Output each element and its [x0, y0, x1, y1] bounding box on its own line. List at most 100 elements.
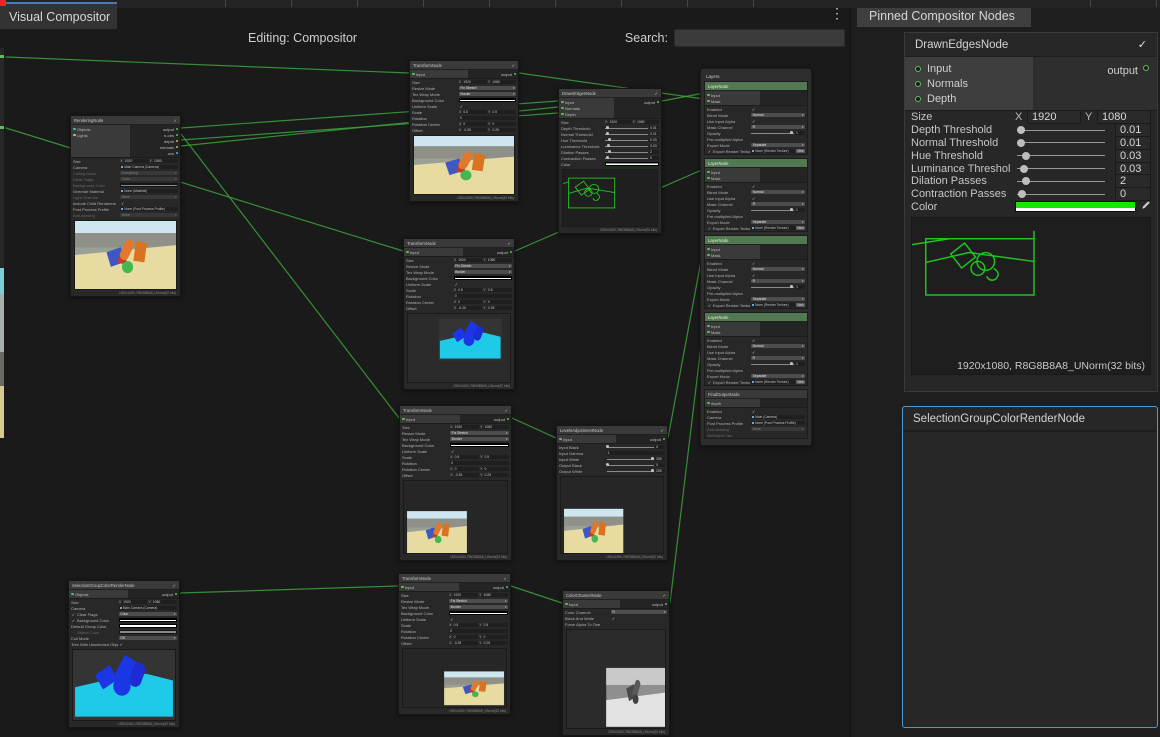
- slider-depth-threshold[interactable]: [1017, 130, 1105, 131]
- canvas-node-selection-group-checkbox-trim-with-unselected-objs[interactable]: ✓: [119, 642, 124, 647]
- canvas-node-transform-1-x-field-scale[interactable]: 0.5: [462, 110, 487, 114]
- canvas-node-layer-3-slider-handle[interactable]: [790, 285, 793, 288]
- canvas-node-levels-slider-input-black[interactable]: [607, 447, 654, 448]
- canvas-node-transform-3-x-field-size[interactable]: 1920: [454, 425, 480, 429]
- canvas-node-rendering-color-swatch-background-color[interactable]: [120, 183, 178, 187]
- canvas-node-levels-slider-handle[interactable]: [651, 457, 654, 460]
- canvas-node-transform-3-field-rotation[interactable]: 0: [450, 461, 509, 465]
- canvas-node-levels-slider-value[interactable]: 255: [655, 457, 665, 461]
- canvas-node-drawn-edges-slider-value[interactable]: 0.03: [649, 138, 659, 142]
- canvas-node-drawn-edges-color-swatch-color[interactable]: [605, 162, 659, 166]
- canvas-node-transform-1-dropdown-resize-mode[interactable]: Fix Stretch▾: [459, 86, 516, 90]
- canvas-node-rendering-output-port-uvs[interactable]: uvs: [130, 150, 180, 156]
- input-port-depth[interactable]: Depth: [905, 91, 1033, 106]
- canvas-node-layer-4-slider-value[interactable]: 1: [795, 362, 805, 366]
- canvas-node-transform-4-title-bar[interactable]: TransformNode✓: [399, 574, 510, 583]
- canvas-node-color-channel-enabled-checkbox[interactable]: ✓: [663, 593, 666, 598]
- canvas-node-color-channel-title-bar[interactable]: ColorChannelNode✓: [563, 591, 669, 600]
- canvas-node-layer-2-input-port-mask[interactable]: Mask: [705, 175, 760, 181]
- canvas-node-selection-group-x-field-size[interactable]: 1920: [122, 600, 147, 604]
- canvas-node-transform-1-y-field-size[interactable]: 1080: [491, 80, 516, 84]
- canvas-node-drawn-edges-slider-handle[interactable]: [606, 126, 609, 129]
- canvas-node-transform-4-dropdown-resize-mode[interactable]: Fix Stretch▾: [449, 599, 508, 603]
- canvas-node-drawn-edges-slider-handle[interactable]: [608, 150, 611, 153]
- canvas-node-color-channel[interactable]: ColorChannelNode✓InputoutputColor Channe…: [562, 590, 670, 736]
- canvas-node-transform-3-y-field-offset[interactable]: 0.25: [483, 473, 509, 477]
- canvas-node-transform-3-checkbox-uniform-scale[interactable]: ✓: [450, 449, 455, 454]
- canvas-node-transform-1-checkbox-uniform-scale[interactable]: ✓: [459, 104, 464, 109]
- canvas-node-transform-2-output-port-output[interactable]: output: [463, 249, 514, 255]
- pinned-card-drawn-edges-node[interactable]: DrawnEdgesNode✓InputNormalsDepthoutputSi…: [904, 32, 1158, 392]
- canvas-node-rendering-x-field-size[interactable]: 1920: [124, 159, 149, 163]
- canvas-node-layer-3-dropdown-mask-channel[interactable]: R▾: [751, 279, 805, 283]
- canvas-node-layer-1-dropdown-blend-mode[interactable]: Normal▾: [751, 113, 805, 117]
- canvas-node-transform-1-x-field-offset[interactable]: -0.25: [462, 128, 487, 132]
- canvas-node-levels-title-bar[interactable]: LevelsAdjustmentNode✓: [557, 426, 667, 435]
- canvas-node-layer-3-checkbox-use-input-alpha[interactable]: ✓: [751, 273, 756, 278]
- canvas-node-rendering-title-bar[interactable]: RenderingNode✓: [71, 116, 180, 125]
- canvas-node-rendering-dropdown-light-override[interactable]: None▾: [120, 195, 178, 199]
- canvas-node-transform-1-y-field-rotation-center[interactable]: 0: [491, 122, 516, 126]
- canvas-node-layer-4-new-button[interactable]: New: [796, 380, 805, 384]
- canvas-node-drawn-edges-slider-depth-threshold[interactable]: [605, 128, 648, 129]
- canvas-node-transform-1-enabled-checkbox[interactable]: ✓: [512, 63, 515, 68]
- canvas-node-transform-3-x-field-scale[interactable]: 0.5: [454, 455, 480, 459]
- canvas-node-levels-slider-handle[interactable]: [606, 463, 609, 466]
- canvas-node-levels-enabled-checkbox[interactable]: ✓: [661, 428, 664, 433]
- canvas-node-layer-1-input-port-mask[interactable]: Mask: [705, 98, 760, 104]
- canvas-node-transform-4-input-port-input[interactable]: Input: [399, 584, 459, 590]
- slider-handle[interactable]: [1017, 139, 1025, 147]
- canvas-node-drawn-edges-slider-value[interactable]: 0.01: [649, 126, 659, 130]
- canvas-node-drawn-edges-output-port-output[interactable]: output: [614, 99, 661, 105]
- canvas-node-transform-4-output-port-output[interactable]: output: [459, 584, 510, 590]
- canvas-node-transform-2-x-field-scale[interactable]: 0.5: [457, 288, 482, 292]
- canvas-node-transform-4-enabled-checkbox[interactable]: ✓: [504, 576, 507, 581]
- canvas-node-layer-3-object-field-export-render-texture[interactable]: None (Render Texture): [751, 303, 795, 307]
- canvas-node-drawn-edges-slider-value[interactable]: 0.03: [649, 144, 659, 148]
- canvas-node-selection-group-dropdown-clear-flags[interactable]: Color▾: [119, 612, 177, 616]
- pinned-drawn-edges-output-port[interactable]: output: [1033, 57, 1157, 110]
- canvas-node-drawn-edges-x-field-size[interactable]: 1920: [609, 120, 632, 124]
- slider-dilation-passes[interactable]: [1017, 181, 1105, 182]
- canvas-node-levels-slider-value[interactable]: 0: [655, 445, 665, 449]
- canvas-node-transform-1-field-rotation[interactable]: 0: [459, 116, 516, 120]
- canvas-node-transform-3-title-bar[interactable]: TransformNode✓: [400, 406, 511, 415]
- canvas-node-rendering-object-field-post-process-profile[interactable]: None (Post Process Profile): [120, 207, 178, 211]
- canvas-node-selection-group-color-swatch-background-color[interactable]: [119, 618, 177, 622]
- canvas-node-selection-group-dropdown-cull-mode[interactable]: Off▾: [119, 636, 177, 640]
- canvas-node-layer-4-input-port-mask[interactable]: Mask: [705, 329, 760, 335]
- canvas-node-layer-4-slider-handle[interactable]: [790, 362, 793, 365]
- canvas-node-levels-input-port-input[interactable]: Input: [557, 436, 616, 442]
- slider-handle[interactable]: [1022, 152, 1030, 160]
- canvas-node-selection-group-checkbox-background-color[interactable]: ✓: [71, 618, 76, 623]
- canvas-node-layer-2-checkbox-enabled[interactable]: ✓: [751, 184, 756, 189]
- canvas-node-drawn-edges-slider-handle[interactable]: [608, 138, 611, 141]
- canvas-node-layer-3-title-bar[interactable]: LayerNode: [705, 236, 807, 245]
- canvas-node-layer-4-dropdown-export-mode[interactable]: Separate▾: [751, 374, 805, 378]
- canvas-node-transform-4-color-swatch-background-color[interactable]: [449, 611, 508, 615]
- canvas-node-levels-output-port-output[interactable]: output: [616, 436, 667, 442]
- canvas-node-rendering-dropdown-anti-aliasing[interactable]: None▾: [120, 213, 178, 217]
- canvas-node-drawn-edges-slider-dilation-passes[interactable]: [605, 152, 648, 153]
- canvas-node-drawn-edges-slider-luminance-threshold[interactable]: [605, 146, 648, 147]
- canvas-node-layer-1-slider-opacity[interactable]: [751, 133, 794, 134]
- canvas-node-layer-2-slider-value[interactable]: 1: [795, 208, 805, 212]
- canvas-node-transform-2[interactable]: TransformNode✓InputoutputSizeX1920Y1080R…: [403, 238, 515, 390]
- canvas-node-levels-slider-value[interactable]: 255: [655, 469, 665, 473]
- canvas-node-rendering-enabled-checkbox[interactable]: ✓: [174, 118, 177, 123]
- canvas-node-layer-4-slider-opacity[interactable]: [751, 364, 794, 365]
- canvas-node-levels-slider-handle[interactable]: [651, 469, 654, 472]
- slider-value[interactable]: 0.01: [1115, 136, 1151, 150]
- canvas-node-drawn-edges-slider-hue-threshold[interactable]: [605, 140, 648, 141]
- slider-hue-threshold[interactable]: [1017, 155, 1105, 156]
- canvas-node-final-output-checkbox-enabled[interactable]: ✓: [751, 409, 756, 414]
- canvas-node-transform-2-enabled-checkbox[interactable]: ✓: [508, 241, 511, 246]
- canvas-node-levels-slider-value[interactable]: 0: [655, 463, 665, 467]
- canvas-node-rendering-dropdown-clear-flags[interactable]: Color▾: [120, 177, 178, 181]
- canvas-node-layer-4-title-bar[interactable]: LayerNode: [705, 313, 807, 322]
- canvas-node-transform-2-y-field-scale[interactable]: 0.5: [487, 288, 512, 292]
- canvas-node-rendering-checkbox-include-child-renderers[interactable]: ✓: [120, 201, 125, 206]
- canvas-node-transform-4-checkbox-uniform-scale[interactable]: ✓: [449, 617, 454, 622]
- canvas-node-rendering-dropdown-culling-mask[interactable]: Everything▾: [120, 171, 178, 175]
- canvas-node-transform-1-dropdown-tex-wrap-mode[interactable]: Border▾: [459, 92, 516, 96]
